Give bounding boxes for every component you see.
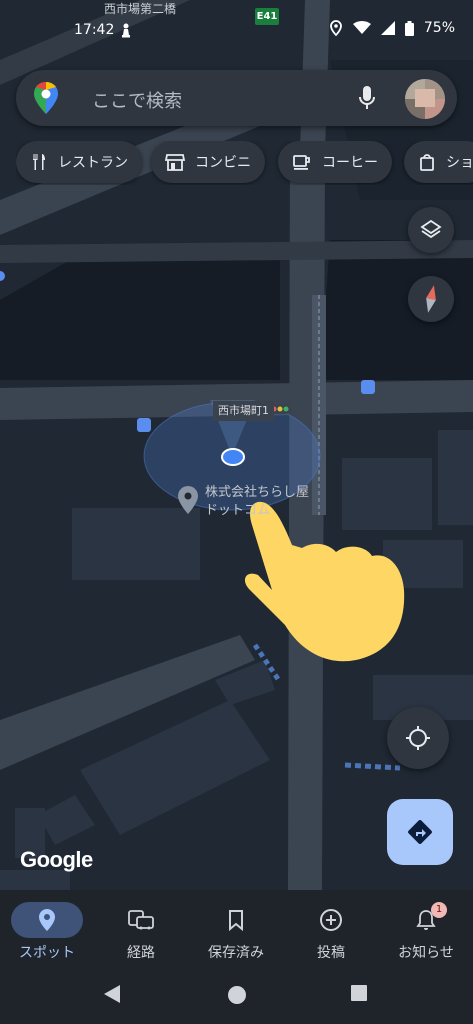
chess-piece-icon	[122, 23, 130, 38]
nav-label: 経路	[127, 945, 155, 961]
place-label[interactable]: 株式会社ちらし屋ドットコム	[205, 484, 315, 520]
station-label[interactable]: 西市場町1	[213, 401, 274, 421]
nav-updates[interactable]: 1 お知らせ	[379, 898, 473, 968]
nav-pill	[295, 902, 367, 938]
nav-explore[interactable]: スポット	[0, 898, 94, 968]
add-circle-icon	[320, 909, 342, 931]
category-chips: レストラン コンビニ コーヒー ショ	[16, 141, 473, 185]
system-navigation-bar	[0, 968, 473, 1024]
avatar[interactable]	[405, 79, 445, 119]
notification-badge: 1	[431, 902, 447, 918]
nav-pill	[11, 902, 83, 938]
status-time: 17:42	[74, 22, 115, 38]
store-icon	[165, 153, 185, 171]
wifi-icon	[352, 21, 371, 34]
chip-restaurant[interactable]: レストラン	[16, 141, 142, 183]
chip-label: コーヒー	[322, 155, 378, 171]
google-logo: Google	[20, 847, 93, 872]
signal-icon	[380, 21, 395, 35]
nav-label: 保存済み	[208, 945, 264, 961]
my-location-button[interactable]	[387, 707, 449, 769]
chip-label: レストラン	[58, 155, 128, 171]
nav-pill	[390, 902, 462, 938]
battery-percent: 75%	[423, 20, 455, 36]
layers-icon	[420, 219, 442, 239]
chip-shopping[interactable]: ショ	[404, 141, 473, 183]
recents-icon[interactable]	[350, 984, 368, 1002]
back-icon[interactable]	[103, 984, 121, 1004]
compass-icon	[426, 285, 436, 313]
home-icon[interactable]	[226, 984, 248, 1006]
nav-pill	[105, 902, 177, 938]
location-status-icon	[329, 20, 342, 36]
mic-icon[interactable]	[358, 85, 376, 111]
commute-icon	[128, 910, 154, 930]
restaurant-icon	[30, 153, 48, 171]
place-icon	[39, 909, 55, 931]
layers-button[interactable]	[408, 207, 454, 253]
directions-icon	[408, 820, 432, 844]
search-bar[interactable]: ここで検索	[16, 70, 457, 126]
chip-convenience-store[interactable]: コンビニ	[151, 141, 265, 183]
shopping-icon	[418, 153, 436, 171]
bookmark-icon	[229, 910, 243, 931]
status-icons: 75%	[329, 20, 455, 36]
coffee-icon	[292, 153, 312, 171]
google-maps-pin-icon	[34, 82, 58, 114]
compass-button[interactable]	[408, 276, 454, 322]
status-bar: 17:42 75%	[0, 0, 473, 62]
chip-coffee[interactable]: コーヒー	[278, 141, 392, 183]
nav-contribute[interactable]: 投稿	[284, 898, 378, 968]
nav-commute[interactable]: 経路	[94, 898, 188, 968]
nav-label: お知らせ	[398, 945, 454, 961]
directions-button[interactable]	[387, 799, 453, 865]
battery-icon	[404, 20, 414, 36]
crosshair-icon	[406, 726, 430, 750]
chip-label: ショ	[446, 155, 473, 171]
search-input[interactable]: ここで検索	[92, 87, 182, 113]
nav-saved[interactable]: 保存済み	[189, 898, 283, 968]
chip-label: コンビニ	[195, 155, 251, 171]
nav-label: スポット	[19, 945, 75, 961]
nav-label: 投稿	[317, 945, 345, 961]
nav-pill	[200, 902, 272, 938]
bottom-navigation: スポット 経路 保存済み 投稿 1 お知らせ	[0, 890, 473, 968]
